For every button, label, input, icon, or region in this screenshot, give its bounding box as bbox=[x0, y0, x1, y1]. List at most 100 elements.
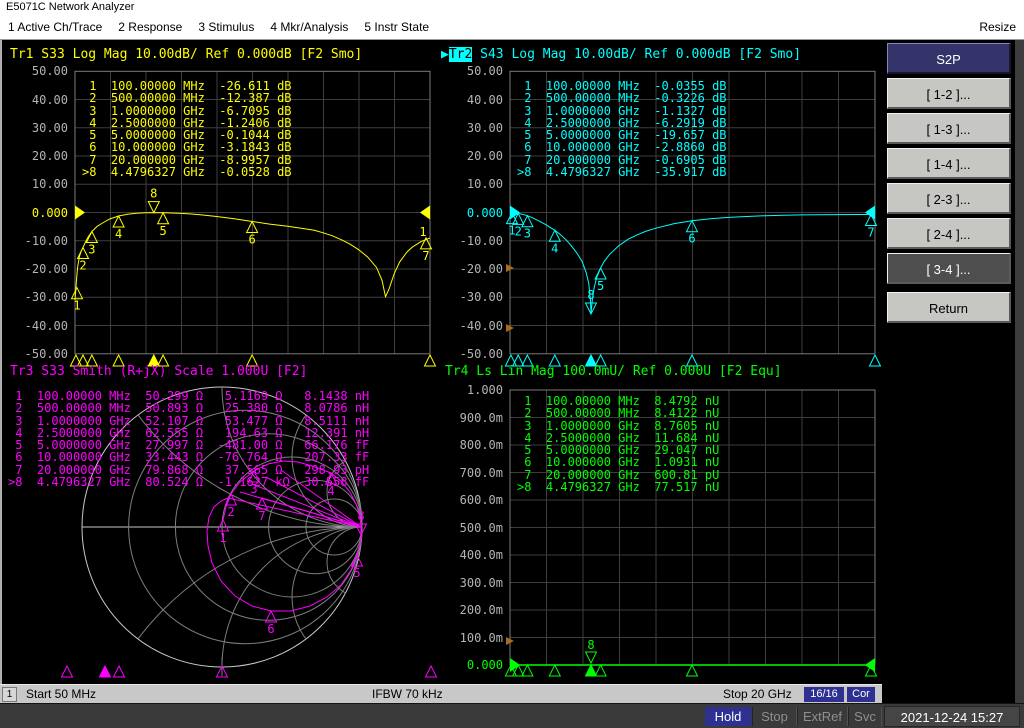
axis-label: 40.00 bbox=[443, 93, 503, 106]
marker-row: 6 10.000000 GHz -2.8860 dB bbox=[517, 141, 727, 153]
softkey-s2p[interactable]: S2P bbox=[887, 43, 1011, 74]
window-title: E5071C Network Analyzer bbox=[0, 0, 1024, 15]
tr1-header: Tr1 S33 Log Mag 10.00dB/ Ref 0.000dB [F2… bbox=[10, 47, 362, 62]
axis-label: -50.00 bbox=[443, 347, 503, 360]
tr1-marker-table: 1 100.00000 MHz -26.611 dB 2 500.00000 M… bbox=[82, 80, 292, 178]
axis-label: 400.0m bbox=[443, 548, 503, 561]
marker-row: 2 500.00000 MHz -12.387 dB bbox=[82, 92, 292, 104]
tr2-name-highlight: Tr2 bbox=[449, 47, 472, 62]
marker-triangle-icon bbox=[100, 666, 111, 677]
menu-item-3-stimulus[interactable]: 3 Stimulus bbox=[198, 15, 254, 39]
start-frequency: Start 50 MHz bbox=[26, 687, 96, 701]
menu-item-5-instr-state[interactable]: 5 Instr State bbox=[364, 15, 429, 39]
svc-status: Svc bbox=[848, 707, 882, 726]
softkey-return[interactable]: Return bbox=[887, 292, 1011, 323]
marker-triangle-icon bbox=[549, 230, 560, 241]
axis-label: -40.00 bbox=[443, 319, 503, 332]
axis-label: 0.000 bbox=[8, 206, 68, 219]
marker-triangle-icon bbox=[62, 666, 73, 677]
menu-item-4-mkr-analysis[interactable]: 4 Mkr/Analysis bbox=[270, 15, 348, 39]
channel-status-bar: 1 Start 50 MHz IFBW 70 kHz Stop 20 GHz 1… bbox=[0, 684, 882, 703]
axis-label: -20.00 bbox=[8, 262, 68, 275]
marker-triangle-icon bbox=[158, 213, 169, 224]
menu-item-2-response[interactable]: 2 Response bbox=[118, 15, 182, 39]
marker-label: 6 bbox=[688, 232, 695, 246]
axis-label: 20.00 bbox=[8, 149, 68, 162]
marker-label: 5 bbox=[353, 566, 360, 580]
marker-row: >8 4.4796327 GHz 77.517 nU bbox=[517, 481, 719, 493]
axis-label: 10.00 bbox=[443, 177, 503, 190]
axis-label: 700.0m bbox=[443, 466, 503, 479]
marker-row: >8 4.4796327 GHz -35.917 dB bbox=[517, 166, 727, 178]
axis-label: -10.00 bbox=[443, 234, 503, 247]
menu-item-1-active-ch-trace[interactable]: 1 Active Ch/Trace bbox=[8, 15, 102, 39]
tr3-header: Tr3 S33 Smith (R+jX) Scale 1.000U [F2] bbox=[10, 364, 307, 379]
axis-label: 800.0m bbox=[443, 438, 503, 451]
softkey--3-4-[interactable]: [ 3-4 ]... bbox=[887, 253, 1011, 284]
softkey--1-2-[interactable]: [ 1-2 ]... bbox=[887, 78, 1011, 109]
marker-label: 3 bbox=[524, 227, 531, 241]
stop-status: Stop bbox=[752, 707, 797, 726]
softkey--1-3-[interactable]: [ 1-3 ]... bbox=[887, 113, 1011, 144]
axis-label: 300.0m bbox=[443, 576, 503, 589]
axis-label: 20.00 bbox=[443, 149, 503, 162]
marker-triangle-icon bbox=[425, 355, 436, 366]
marker-row: 2 500.00000 MHz 8.4122 nU bbox=[517, 407, 719, 419]
marker-label: 2 bbox=[227, 505, 234, 519]
marker-label: 8 bbox=[587, 638, 594, 652]
marker-row: 2 500.00000 MHz -0.3226 dB bbox=[517, 92, 727, 104]
correction-badge: Cor bbox=[847, 687, 875, 702]
softkey-sidebar: S2P [ 1-2 ]... [ 1-3 ]... [ 1-4 ]... [ 2-3 ]… bbox=[884, 40, 1015, 703]
tr2-header: ▶Tr2 S43 Log Mag 10.00dB/ Ref 0.000dB [F… bbox=[441, 47, 801, 62]
sidebar-right-strip bbox=[1015, 40, 1024, 703]
tr4-marker-table: 1 100.00000 MHz 8.4792 nU 2 500.00000 MH… bbox=[517, 395, 719, 493]
axis-label: 50.00 bbox=[8, 64, 68, 77]
axis-label: -30.00 bbox=[8, 290, 68, 303]
axis-label: 0.000 bbox=[443, 658, 503, 671]
points-badge: 16/16 bbox=[804, 687, 844, 702]
marker-triangle-icon bbox=[426, 666, 437, 677]
marker-triangle-icon bbox=[586, 652, 597, 663]
tr4-header: Tr4 Ls Lin Mag 100.0mU/ Ref 0.000U [F2 E… bbox=[445, 364, 782, 379]
resize-button[interactable]: Resize bbox=[979, 15, 1016, 39]
marker-label: 5 bbox=[159, 224, 166, 238]
active-trace-arrow-icon: ▶ bbox=[441, 47, 449, 62]
axis-label: -10.00 bbox=[8, 234, 68, 247]
axis-label: 200.0m bbox=[443, 603, 503, 616]
datetime-display: 2021-12-24 15:27 bbox=[884, 706, 1020, 727]
marker-triangle-icon bbox=[522, 665, 533, 676]
marker-label: 8 bbox=[150, 187, 157, 201]
softkey--1-4-[interactable]: [ 1-4 ]... bbox=[887, 148, 1011, 179]
axis-label: -40.00 bbox=[8, 319, 68, 332]
marker-label: 8 bbox=[357, 509, 364, 523]
reference-level-arrow-icon bbox=[865, 658, 875, 672]
marker-label: 7 bbox=[422, 249, 429, 263]
axis-label: 30.00 bbox=[8, 121, 68, 134]
extref-status: ExtRef bbox=[797, 707, 848, 726]
instrument-status-bar: Hold Stop ExtRef Svc 2021-12-24 15:27 bbox=[0, 703, 1024, 728]
reference-level-arrow-icon bbox=[420, 206, 430, 220]
marker-triangle-icon bbox=[114, 666, 125, 677]
axis-label: 50.00 bbox=[443, 64, 503, 77]
marker-triangle-icon bbox=[586, 665, 597, 676]
marker-label: 6 bbox=[267, 622, 274, 636]
softkey--2-4-[interactable]: [ 2-4 ]... bbox=[887, 218, 1011, 249]
marker-triangle-icon bbox=[687, 665, 698, 676]
marker-row: >8 4.4796327 GHz 80.524 Ω -1.1627 kΩ 30.… bbox=[8, 476, 369, 488]
axis-label: 500.0m bbox=[443, 521, 503, 534]
menu-bar: 1 Active Ch/Trace 2 Response 3 Stimulus 4 M… bbox=[0, 15, 1024, 40]
marker-label: 2 bbox=[515, 224, 522, 238]
marker-label: 7 bbox=[867, 226, 874, 240]
axis-label: -30.00 bbox=[443, 290, 503, 303]
marker-triangle-icon bbox=[148, 202, 159, 213]
marker-row: 6 10.000000 GHz -3.1843 dB bbox=[82, 141, 292, 153]
marker-row: 6 10.000000 GHz 33.443 Ω -76.764 Ω 207.3… bbox=[8, 451, 369, 463]
axis-label: 600.0m bbox=[443, 493, 503, 506]
menu-items: 1 Active Ch/Trace2 Response3 Stimulus4 M… bbox=[0, 18, 429, 35]
softkey--2-3-[interactable]: [ 2-3 ]... bbox=[887, 183, 1011, 214]
marker-label: 3 bbox=[88, 243, 95, 257]
ifbw-value: IFBW 70 kHz bbox=[372, 687, 443, 701]
axis-label: 100.0m bbox=[443, 631, 503, 644]
marker-label: 2 bbox=[79, 259, 86, 273]
stop-frequency: Stop 20 GHz bbox=[723, 687, 792, 701]
